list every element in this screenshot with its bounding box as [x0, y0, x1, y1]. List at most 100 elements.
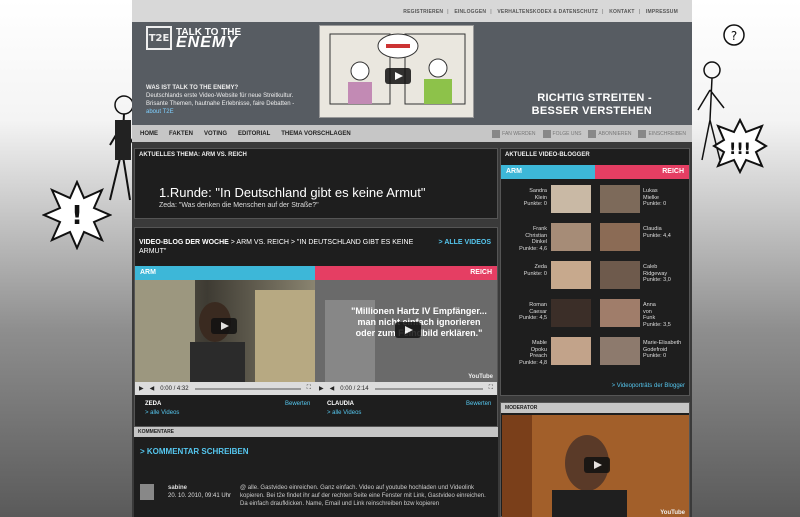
- bloggers-label: AKTUELLE VIDEO-BLOGGER: [505, 152, 590, 158]
- video-player-left[interactable]: [135, 280, 315, 382]
- util-link-contact[interactable]: KONTAKT: [609, 9, 634, 15]
- twitter-icon: [542, 129, 551, 138]
- all-videos-link-left[interactable]: > alle Videos: [145, 410, 179, 416]
- comment-author: sabine 20. 10. 2010, 09:41 Uhr: [168, 484, 231, 500]
- blogger-reich[interactable]: Anna von Funk Punkte: 3,5: [596, 299, 691, 328]
- blogger-name-line: Marie-Elisabeth: [643, 340, 682, 346]
- fullscreen-icon[interactable]: ⛶: [489, 385, 493, 392]
- seek-bar[interactable]: [194, 387, 301, 390]
- fullscreen-icon[interactable]: ⛶: [307, 385, 311, 392]
- blogger-photo[interactable]: [551, 337, 591, 365]
- blogger-photo[interactable]: [551, 299, 591, 327]
- blogger-photo[interactable]: [600, 185, 640, 213]
- about-link[interactable]: about T2E: [146, 109, 174, 115]
- blogger-arm[interactable]: Roman Caesar Punkte: 4,5: [501, 299, 596, 327]
- blogger-name: Marie-Elisabeth Godefroid Punkte: 0: [640, 337, 682, 360]
- write-comment-link[interactable]: > KOMMENTAR SCHREIBEN: [140, 447, 249, 456]
- topic-headline[interactable]: 1.Runde: "In Deutschland gibt es keine A…: [159, 185, 426, 200]
- blogger-photo[interactable]: [600, 223, 640, 251]
- play-icon[interactable]: ▶: [139, 385, 144, 392]
- nav-voting[interactable]: VOTING: [204, 131, 227, 137]
- blogger-name: Roman Caesar Punkte: 4,5: [501, 299, 547, 322]
- nav-thema-vorschlagen[interactable]: THEMA VORSCHLAGEN: [281, 131, 350, 137]
- hero-video[interactable]: [319, 25, 474, 118]
- rate-link-right[interactable]: Bewerten: [466, 401, 491, 407]
- video-name-left: ZEDA: [145, 401, 162, 407]
- nav-fakten[interactable]: FAKTEN: [169, 131, 193, 137]
- intro-text: WAS IST TALK TO THE ENEMY? Deutschlands …: [146, 84, 306, 116]
- svg-text:!: !: [71, 201, 83, 231]
- blogger-portraits-link[interactable]: > Videoporträts der Blogger: [612, 383, 685, 389]
- page-container: REGISTRIEREN | EINLOGGEN | VERHALTENSKODEX…: [132, 0, 692, 517]
- blogger-reich[interactable]: Caleb Ridgeway Punkte: 3,0: [596, 261, 691, 289]
- blogger-photo[interactable]: [600, 337, 640, 365]
- play-icon[interactable]: [584, 457, 610, 473]
- svg-text:?: ?: [731, 29, 737, 43]
- rate-link-left[interactable]: Bewerten: [285, 401, 310, 407]
- facebook-label: FAN WERDEN: [502, 130, 536, 137]
- bloggers-arm-band: ARM: [501, 165, 595, 179]
- play-icon[interactable]: ▶: [319, 385, 324, 392]
- comment-date: 20. 10. 2010, 09:41 Uhr: [168, 493, 232, 499]
- moderator-video[interactable]: YouTube: [502, 415, 689, 517]
- blogger-arm[interactable]: Frank Christian Dinkel Punkte: 4,6: [501, 223, 596, 252]
- svg-text:!!!: !!!: [729, 139, 751, 158]
- bloggers-panel: AKTUELLE VIDEO-BLOGGER ARM REICH Sandra K…: [500, 148, 690, 396]
- blogger-photo[interactable]: [551, 185, 591, 213]
- slogan-line2: BESSER VERSTEHEN: [531, 105, 652, 117]
- rss-label: EINSCHREIBEN: [648, 130, 686, 137]
- topic-label: AKTUELLES THEMA: ARM VS. REICH: [139, 152, 247, 158]
- util-link-login[interactable]: EINLOGGEN: [454, 9, 486, 15]
- play-icon[interactable]: [211, 318, 237, 334]
- blogger-name: Frank Christian Dinkel Punkte: 4,6: [501, 223, 547, 252]
- video-controls-left[interactable]: ▶ ◀ 0:00 / 4:32 ⛶: [135, 382, 315, 395]
- blogger-arm[interactable]: Zeda Punkte: 0: [501, 261, 596, 289]
- video-player-right[interactable]: "Millionen Hartz IV Empfänger... man nic…: [315, 280, 497, 382]
- exclamation-burst-icon: !: [42, 180, 112, 250]
- nav-home[interactable]: HOME: [140, 131, 158, 137]
- blogger-photo[interactable]: [551, 261, 591, 289]
- blogger-arm[interactable]: Sandra Klein Punkte: 0: [501, 185, 596, 213]
- blogger-photo[interactable]: [600, 261, 640, 289]
- util-link-codex[interactable]: VERHALTENSKODEX & DATENSCHUTZ: [497, 9, 598, 15]
- reich-band: REICH: [315, 266, 497, 280]
- seek-bar[interactable]: [374, 387, 483, 390]
- blogger-reich[interactable]: Claudia Punkte: 4,4: [596, 223, 691, 251]
- volume-icon[interactable]: ◀: [330, 385, 335, 392]
- util-link-register[interactable]: REGISTRIEREN: [403, 9, 443, 15]
- youtube-link[interactable]: ABONNIEREN: [588, 129, 631, 138]
- blogger-reich[interactable]: Lukas Mielke Punkte: 0: [596, 185, 691, 213]
- all-videos-link-right[interactable]: > alle Videos: [327, 410, 361, 416]
- blogger-photo[interactable]: [600, 299, 640, 327]
- blogger-name-line: Punkte: 4,8: [519, 359, 547, 366]
- twitter-link[interactable]: FOLGE UNS: [542, 129, 581, 138]
- header: T2E TALK TO THE ENEMY WAS IST TALK TO TH…: [132, 22, 692, 125]
- facebook-link[interactable]: FAN WERDEN: [492, 129, 536, 138]
- blogger-arm[interactable]: Mable Opoku Preach Punkte: 4,8: [501, 337, 596, 366]
- all-videos-link[interactable]: > ALLE VIDEOS: [439, 239, 491, 246]
- videoblog-title-bold: VIDEO-BLOG DER WOCHE: [139, 239, 229, 246]
- video-time-right: 0:00 / 2:14: [340, 385, 369, 392]
- blogger-row: Mable Opoku Preach Punkte: 4,8 Marie-Elisabe…: [501, 337, 691, 375]
- blogger-name-line: Punkte: 4,5: [519, 315, 547, 321]
- volume-icon[interactable]: ◀: [150, 385, 155, 392]
- site-logo[interactable]: T2E TALK TO THE ENEMY: [146, 26, 241, 51]
- comments-panel: > KOMMENTAR SCHREIBEN sabine 20. 10. 201…: [134, 437, 498, 517]
- util-link-imprint[interactable]: IMPRESSUM: [646, 9, 678, 15]
- moderator-label: MODERATOR: [501, 403, 689, 413]
- blogger-row: Frank Christian Dinkel Punkte: 4,6 Claudia Pu…: [501, 223, 691, 261]
- video-controls-right[interactable]: ▶ ◀ 0:00 / 2:14 ⛶: [315, 382, 497, 395]
- rss-icon: [638, 129, 647, 138]
- play-icon[interactable]: [395, 322, 421, 338]
- play-icon[interactable]: [385, 68, 411, 84]
- slogan-line1: RICHTIG STREITEN -: [537, 92, 652, 104]
- video-time-left: 0:00 / 4:32: [160, 385, 189, 392]
- nav-editorial[interactable]: EDITORIAL: [238, 131, 270, 137]
- blogger-row: Roman Caesar Punkte: 4,5 Anna von Funk Punkte:…: [501, 299, 691, 337]
- blogger-name-line: Punkte: 3,5: [643, 321, 671, 328]
- blogger-photo[interactable]: [551, 223, 591, 251]
- slogan: RICHTIG STREITEN - BESSER VERSTEHEN: [532, 92, 652, 118]
- blogger-reich[interactable]: Marie-Elisabeth Godefroid Punkte: 0: [596, 337, 691, 365]
- current-topic-panel: AKTUELLES THEMA: ARM VS. REICH 1.Runde: …: [134, 148, 498, 219]
- rss-link[interactable]: EINSCHREIBEN: [638, 129, 686, 138]
